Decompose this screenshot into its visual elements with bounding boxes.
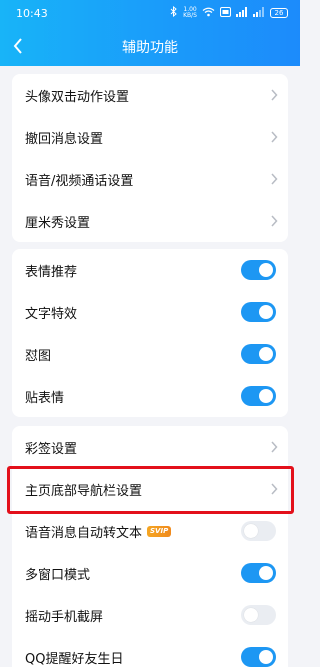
svip-badge: SVIP — [147, 525, 172, 537]
row-label: 厘米秀设置 — [25, 215, 91, 231]
chevron-right-icon — [271, 89, 278, 101]
toggle-switch[interactable] — [241, 521, 276, 541]
toggle-knob — [259, 650, 273, 664]
toggle-switch[interactable] — [241, 344, 276, 364]
toggle-switch[interactable] — [241, 260, 276, 280]
toggle-switch[interactable] — [241, 386, 276, 406]
setting-multi-window: 多窗口模式 — [12, 552, 288, 594]
toggle-switch[interactable] — [241, 563, 276, 583]
status-time: 10:43 — [16, 7, 48, 20]
signal-icon-1 — [236, 6, 248, 20]
nav-bar: 辅助功能 — [0, 26, 300, 66]
network-speed-text: 1.00 KB/S — [183, 6, 197, 19]
toggle-knob — [244, 608, 258, 622]
toggle-knob — [259, 347, 273, 361]
top-bar: 10:43 1.00 KB/S 26 辅助功能 — [0, 0, 300, 66]
setting-cmshow[interactable]: 厘米秀设置 — [12, 200, 288, 242]
row-label: QQ提醒好友生日 — [25, 651, 124, 667]
setting-color-tag[interactable]: 彩签设置 — [12, 426, 288, 468]
row-label: 怼图 — [25, 348, 52, 364]
row-label: 彩签设置 — [25, 441, 78, 457]
toggle-switch[interactable] — [241, 647, 276, 667]
wifi-icon — [202, 7, 215, 20]
toggle-knob — [259, 305, 273, 319]
row-label: 撤回消息设置 — [25, 131, 104, 147]
setting-recall-message[interactable]: 撤回消息设置 — [12, 116, 288, 158]
setting-emoji-recommend: 表情推荐 — [12, 249, 288, 291]
row-label: 摇动手机截屏 — [25, 609, 104, 625]
row-label: 语音消息自动转文本 — [25, 525, 143, 541]
settings-group-3: 彩签设置 主页底部导航栏设置 语音消息自动转文本 SVIP 多窗口模式 摇动手机… — [12, 426, 288, 667]
chevron-right-icon — [271, 173, 278, 185]
toggle-switch[interactable] — [241, 605, 276, 625]
toggle-knob — [244, 524, 258, 538]
row-label: 文字特效 — [25, 306, 78, 322]
status-icons: 1.00 KB/S 26 — [170, 5, 288, 20]
status-bar: 10:43 1.00 KB/S 26 — [0, 0, 300, 26]
toggle-switch[interactable] — [241, 302, 276, 322]
settings-group-1: 头像双击动作设置 撤回消息设置 语音/视频通话设置 厘米秀设置 — [12, 74, 288, 242]
battery-icon: 26 — [270, 8, 288, 18]
setting-birthday-reminder: QQ提醒好友生日 — [12, 636, 288, 667]
row-label: 表情推荐 — [25, 264, 78, 280]
highlight-box — [7, 466, 294, 514]
bluetooth-icon — [170, 5, 178, 20]
setting-shake-screenshot: 摇动手机截屏 — [12, 594, 288, 636]
row-label: 多窗口模式 — [25, 567, 91, 583]
setting-voice-video-call[interactable]: 语音/视频通话设置 — [12, 158, 288, 200]
setting-dui-tu: 怼图 — [12, 333, 288, 375]
settings-group-2: 表情推荐 文字特效 怼图 贴表情 — [12, 249, 288, 417]
chevron-right-icon — [271, 215, 278, 227]
row-label: 贴表情 — [25, 390, 65, 406]
page-title: 辅助功能 — [122, 40, 178, 56]
hd-icon — [220, 6, 231, 20]
row-label: 语音/视频通话设置 — [25, 173, 134, 189]
setting-sticker: 贴表情 — [12, 375, 288, 417]
chevron-right-icon — [271, 441, 278, 453]
setting-text-effects: 文字特效 — [12, 291, 288, 333]
chevron-right-icon — [271, 131, 278, 143]
toggle-knob — [259, 263, 273, 277]
setting-voice-to-text: 语音消息自动转文本 SVIP — [12, 510, 288, 552]
row-label: 头像双击动作设置 — [25, 89, 130, 105]
signal-icon-2 — [253, 6, 265, 20]
setting-avatar-double-tap[interactable]: 头像双击动作设置 — [12, 74, 288, 116]
toggle-knob — [259, 389, 273, 403]
toggle-knob — [259, 566, 273, 580]
